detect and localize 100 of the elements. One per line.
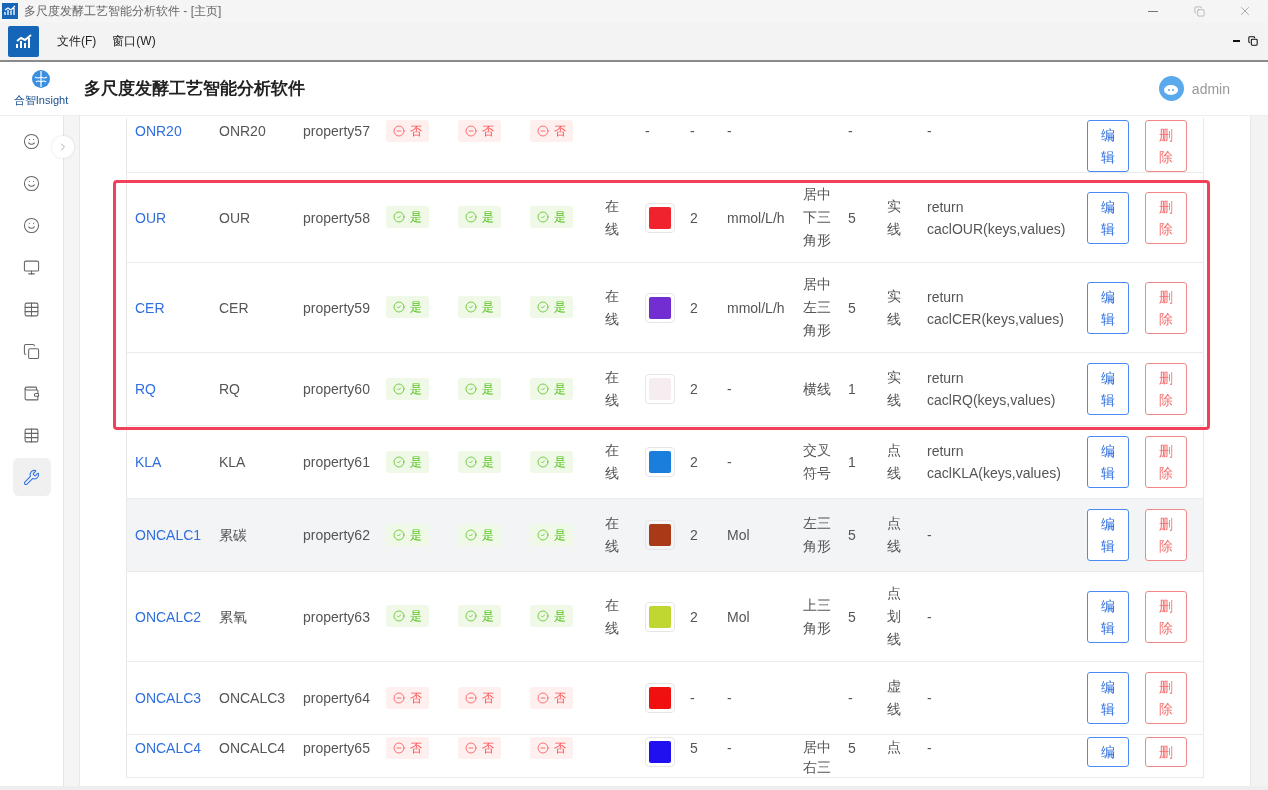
code-link[interactable]: KLA <box>135 454 162 470</box>
status-text: 在线 <box>605 595 619 638</box>
table-cell: 2 <box>690 454 698 470</box>
code-link[interactable]: RQ <box>135 381 156 397</box>
minus-circle-icon <box>393 691 405 704</box>
table-cell: - <box>727 123 732 139</box>
tag-label: 是 <box>554 299 566 316</box>
check-circle-icon <box>393 301 405 313</box>
minus-circle-icon <box>537 125 549 137</box>
monitor-icon <box>23 258 40 276</box>
edit-button[interactable]: 编辑 <box>1087 191 1129 244</box>
check-circle-icon <box>537 610 549 622</box>
table-cell: - <box>690 690 695 706</box>
code-link[interactable]: OUR <box>135 209 167 226</box>
formula-text: - <box>927 689 933 708</box>
minus-circle-icon <box>393 742 405 754</box>
check-circle-icon <box>393 528 405 541</box>
table-cell: - <box>645 123 650 139</box>
status-text: 在线 <box>605 441 619 483</box>
edit-button[interactable]: 编辑 <box>1087 120 1129 172</box>
check-circle-icon <box>465 528 477 541</box>
user-name: admin <box>1191 80 1230 97</box>
restore-icon <box>1193 5 1205 17</box>
delete-button[interactable]: 删除 <box>1145 120 1187 172</box>
edit-button[interactable]: 编 <box>1087 737 1129 767</box>
delete-button[interactable]: 删除 <box>1145 672 1187 724</box>
table-cell: ONCALC3 <box>219 690 286 706</box>
delete-button[interactable]: 删除 <box>1145 436 1187 488</box>
window-title: 多尺度发酵工艺智能分析软件 - [主页] <box>24 2 223 20</box>
tag-label: 是 <box>482 380 494 398</box>
tag-label: 否 <box>410 689 422 707</box>
code-link[interactable]: ONCALC1 <box>135 527 202 543</box>
table-cell: - <box>727 454 732 470</box>
tag-label: 是 <box>554 608 566 625</box>
minus-circle-icon <box>393 125 405 137</box>
delete-button[interactable]: 删除 <box>1145 590 1187 643</box>
check-circle-icon <box>537 455 549 468</box>
code-link[interactable]: CER <box>135 299 165 316</box>
tag-label: 是 <box>410 453 422 471</box>
table-cell: - <box>727 381 732 397</box>
delete-button[interactable]: 删除 <box>1145 509 1187 561</box>
edit-button[interactable]: 编辑 <box>1087 281 1129 334</box>
table-cell: mmol/L/h <box>727 299 785 316</box>
shape-text: 居中下三角形 <box>803 185 831 250</box>
minus-circle-icon <box>465 691 477 704</box>
edit-button[interactable]: 编辑 <box>1087 436 1129 488</box>
tag-label: 是 <box>410 608 422 625</box>
delete-button[interactable]: 删 <box>1145 737 1187 767</box>
delete-button[interactable]: 删除 <box>1145 191 1187 244</box>
edit-button[interactable]: 编辑 <box>1087 672 1129 724</box>
table-cell: - <box>727 740 732 756</box>
table-cell: Mol <box>727 608 750 625</box>
delete-button[interactable]: 删除 <box>1145 363 1187 415</box>
menu-item[interactable]: 窗口(W) <box>104 32 164 50</box>
bar-chart-icon <box>14 33 33 49</box>
edit-button[interactable]: 编辑 <box>1087 509 1129 561</box>
table-cell: 1 <box>848 381 856 397</box>
code-link[interactable]: ONCALC4 <box>135 740 202 756</box>
sidebar-item[interactable] <box>12 458 51 496</box>
status-text: 在线 <box>605 514 619 556</box>
table-cell: 2 <box>690 299 698 316</box>
logo-text: 合智Insight <box>13 93 69 108</box>
menu-item[interactable]: 文件(F) <box>49 32 105 50</box>
chart-app-button[interactable] <box>8 25 39 57</box>
tag-label: 是 <box>482 453 494 471</box>
shape-text: 横线 <box>803 379 831 399</box>
line-type-text: 点线 <box>887 514 901 556</box>
line-type-text: 虚线 <box>887 677 901 719</box>
edit-button[interactable]: 编辑 <box>1087 590 1129 643</box>
code-link[interactable]: ONR20 <box>135 123 182 139</box>
formula-text: - <box>927 607 933 627</box>
status-text: 在线 <box>605 196 619 239</box>
smile-icon <box>23 216 40 234</box>
shape-text: 左三角形 <box>803 514 831 556</box>
code-link[interactable]: ONCALC2 <box>135 608 202 625</box>
table-cell: - <box>848 123 853 139</box>
check-circle-icon <box>393 382 405 395</box>
line-type-text: 点划线 <box>887 584 901 649</box>
line-type-text: 实线 <box>887 286 901 329</box>
table-cell: Mol <box>727 527 750 543</box>
delete-button[interactable]: 删除 <box>1145 281 1187 334</box>
table-cell: mmol/L/h <box>727 209 785 226</box>
wallet-icon <box>23 384 40 402</box>
table-cell: 5 <box>848 740 856 756</box>
tag-label: 是 <box>410 380 422 398</box>
table-cell: 累碳 <box>219 527 247 543</box>
table-cell: property60 <box>303 381 370 397</box>
check-circle-icon <box>465 455 477 468</box>
table-icon <box>23 426 40 444</box>
table-cell: property63 <box>303 608 370 625</box>
table-cell: ONCALC4 <box>219 740 286 756</box>
code-link[interactable]: ONCALC3 <box>135 690 202 706</box>
tag-label: 是 <box>554 380 566 398</box>
table-cell: 2 <box>690 381 698 397</box>
minimize-icon <box>1148 10 1158 12</box>
tag-label: 是 <box>482 209 494 226</box>
edit-button[interactable]: 编辑 <box>1087 363 1129 415</box>
table-cell: - <box>848 690 853 706</box>
tag-label: 否 <box>410 740 422 757</box>
formula-text: return caclRQ(keys,values) <box>927 369 1057 410</box>
